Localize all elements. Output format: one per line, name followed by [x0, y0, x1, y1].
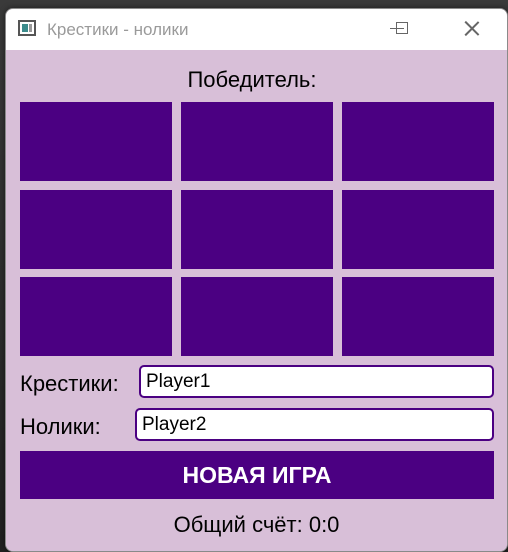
crosses-label: Крестики:	[20, 371, 119, 396]
close-button[interactable]	[449, 9, 495, 47]
maximize-icon	[396, 22, 408, 34]
close-icon	[464, 20, 480, 36]
board-cell-2[interactable]	[181, 102, 333, 181]
noughts-label: Нолики:	[20, 414, 101, 439]
noughts-player-input[interactable]	[135, 408, 494, 441]
game-panel: Победитель: Крестики: Нолики: НОВАЯ ИГРА…	[6, 50, 507, 551]
board-cell-3[interactable]	[342, 102, 494, 181]
app-window: Крестики - нолики Победитель: Крестики: …	[5, 8, 508, 552]
board-cell-4[interactable]	[20, 190, 172, 269]
total-score: Общий счёт: 0:0	[173, 512, 340, 537]
board-cell-9[interactable]	[342, 277, 494, 356]
winner-label: Победитель:	[187, 67, 317, 92]
new-game-button[interactable]: НОВАЯ ИГРА	[20, 451, 494, 499]
app-icon	[18, 20, 36, 36]
board-cell-7[interactable]	[20, 277, 172, 356]
title-bar[interactable]: Крестики - нолики	[6, 9, 507, 50]
board-cell-5[interactable]	[181, 190, 333, 269]
board-cell-6[interactable]	[342, 190, 494, 269]
window-title: Крестики - нолики	[47, 20, 189, 39]
crosses-player-input[interactable]	[139, 365, 494, 398]
board-cell-8[interactable]	[181, 277, 333, 356]
maximize-button[interactable]	[379, 9, 425, 47]
board-cell-1[interactable]	[20, 102, 172, 181]
